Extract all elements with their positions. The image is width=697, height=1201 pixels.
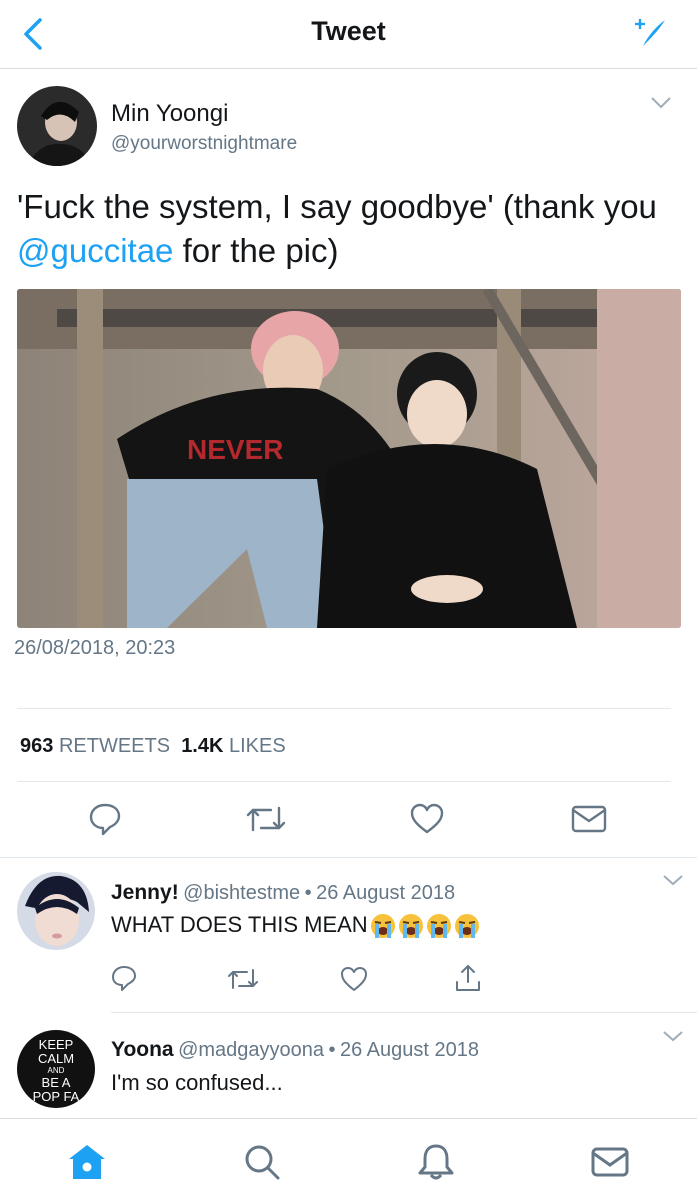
avatar-line: KEEP xyxy=(38,1037,74,1052)
reply-date: 26 August 2018 xyxy=(339,1039,479,1061)
retweets-count[interactable]: 963 xyxy=(20,735,53,757)
notifications-icon[interactable] xyxy=(414,1141,458,1183)
reply-header: Yoona @madgayyoona • 26 August 2018 xyxy=(111,1038,479,1062)
tweet-timestamp: 26/08/2018, 20:23 xyxy=(14,637,176,659)
search-icon[interactable] xyxy=(240,1141,284,1183)
divider xyxy=(17,781,671,782)
retweets-label[interactable]: RETWEETS xyxy=(59,735,170,757)
tweet-photo[interactable]: NEVER xyxy=(17,289,681,628)
retweet-icon[interactable] xyxy=(226,965,260,993)
avatar-line: BE A xyxy=(41,1075,71,1090)
avatar-line: CALM xyxy=(37,1051,75,1066)
tweet-stats: 963 RETWEETS 1.4K LIKES xyxy=(20,735,286,758)
reply-date: 26 August 2018 xyxy=(316,882,456,904)
retweet-icon[interactable] xyxy=(245,802,287,836)
tweet-text-part: for the pic) xyxy=(173,232,339,269)
reply-text-content: WHAT DOES THIS MEAN xyxy=(111,912,368,937)
tweet-text: 'Fuck the system, I say goodbye' (thank … xyxy=(17,185,677,273)
author-name[interactable]: Min Yoongi xyxy=(111,100,228,128)
likes-label[interactable]: LIKES xyxy=(229,735,286,757)
reply-author-handle[interactable]: @bishtestme xyxy=(183,882,300,904)
svg-text:NEVER: NEVER xyxy=(187,434,283,465)
top-bar: Tweet xyxy=(0,0,697,69)
mention-link[interactable]: @guccitae xyxy=(17,232,173,269)
avatar[interactable]: KEEP CALM AND BE A POP FA xyxy=(17,1030,95,1108)
divider xyxy=(17,708,671,709)
reply-author-handle[interactable]: @madgayyoona xyxy=(178,1039,324,1061)
likes-count[interactable]: 1.4K xyxy=(181,735,223,757)
reply-author-name[interactable]: Yoona xyxy=(111,1038,174,1061)
reply-icon[interactable] xyxy=(86,800,124,838)
like-icon[interactable] xyxy=(408,802,446,836)
compose-tweet-icon[interactable] xyxy=(629,16,669,50)
reply-header: Jenny! @bishtestme • 26 August 2018 xyxy=(111,881,455,905)
like-icon[interactable] xyxy=(339,965,369,993)
home-icon[interactable] xyxy=(65,1141,109,1183)
author-handle[interactable]: @yourworstnightmare xyxy=(111,133,297,155)
loudly-crying-face-icon xyxy=(454,914,479,939)
loudly-crying-face-icon xyxy=(370,914,395,939)
chevron-down-icon[interactable] xyxy=(662,1030,684,1044)
reply-icon[interactable] xyxy=(109,963,139,993)
page-title: Tweet xyxy=(311,16,386,46)
reply-text: WHAT DOES THIS MEAN xyxy=(111,912,480,939)
chevron-down-icon[interactable] xyxy=(650,96,672,110)
avatar-line: POP FA xyxy=(32,1089,80,1104)
reply-author-name[interactable]: Jenny! xyxy=(111,881,179,904)
loudly-crying-face-icon xyxy=(426,914,451,939)
divider xyxy=(111,1012,697,1013)
avatar[interactable] xyxy=(17,872,95,950)
loudly-crying-face-icon xyxy=(398,914,423,939)
avatar-text: KEEP CALM AND BE A POP FA xyxy=(17,1030,95,1104)
divider xyxy=(0,857,697,858)
share-icon[interactable] xyxy=(570,804,608,834)
chevron-down-icon[interactable] xyxy=(662,874,684,888)
reply-text: I'm so confused... xyxy=(111,1070,283,1095)
avatar[interactable] xyxy=(17,86,97,166)
share-icon[interactable] xyxy=(453,962,483,994)
separator-dot: • xyxy=(328,1039,336,1061)
tweet-text-part: 'Fuck the system, I say goodbye' (thank … xyxy=(17,188,657,225)
separator-dot: • xyxy=(304,882,312,904)
bottom-nav xyxy=(0,1118,697,1201)
messages-icon[interactable] xyxy=(588,1141,632,1183)
